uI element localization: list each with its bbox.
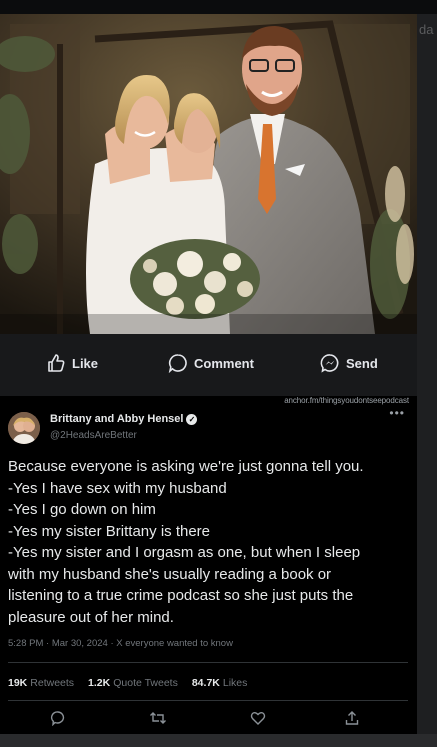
more-options-icon[interactable]: ••• [389, 406, 405, 420]
likes-stat[interactable]: 84.7K Likes [192, 677, 248, 689]
like-label: Like [72, 355, 99, 371]
likes-label: Likes [222, 677, 248, 689]
reply-button[interactable] [48, 710, 68, 730]
like-button[interactable]: Like [46, 353, 98, 373]
verified-icon: ✓ [186, 413, 198, 425]
avatar[interactable] [8, 412, 40, 444]
tweet-line: pleasure out of her mind. [8, 608, 174, 626]
author-name[interactable]: Brittany and Abby Hensel ✓ [50, 413, 198, 425]
background-text: da [419, 22, 434, 37]
thumbs-up-icon [46, 353, 66, 373]
tweet-line: with my husband she's usually reading a … [8, 565, 332, 583]
share-button[interactable] [342, 710, 362, 730]
post-actions-bar: Like Comment Send [0, 334, 417, 396]
wedding-photo [0, 14, 417, 334]
top-bar [0, 0, 437, 14]
podcast-watermark: anchor.fm/thingsyoudontseepodcast [284, 396, 409, 405]
send-label: Send [346, 355, 378, 371]
like-tweet-button[interactable] [248, 710, 268, 730]
tweet-text: Because everyone is asking we're just go… [8, 456, 408, 628]
retweets-count: 19K [8, 677, 28, 689]
divider [8, 700, 408, 701]
send-button[interactable]: Send [320, 353, 378, 373]
messenger-icon [320, 353, 340, 373]
comment-label: Comment [194, 355, 254, 371]
tweet-line: -Yes my sister Brittany is there [8, 522, 211, 540]
divider [8, 662, 408, 663]
heart-icon [250, 710, 266, 731]
tweet-line: listening to a true crime podcast so she… [8, 587, 354, 604]
quotes-count: 1.2K [88, 677, 111, 689]
share-icon [344, 710, 360, 731]
reply-icon [50, 710, 66, 731]
post-card: Like Comment Send anchor.fm/thingsyoudon… [0, 14, 417, 734]
tweet-line: -Yes my sister and I orgasm as one, but … [8, 544, 361, 561]
tweet-line: -Yes I go down on him [8, 501, 156, 518]
retweet-icon [149, 710, 167, 731]
bottom-bar [0, 734, 437, 747]
comment-button[interactable]: Comment [168, 353, 254, 373]
tweet-stats: 19K Retweets 1.2K Quote Tweets 84.7K Likes [8, 677, 247, 689]
tweet-line: Because everyone is asking we're just go… [8, 458, 364, 475]
quotes-stat[interactable]: 1.2K Quote Tweets [88, 677, 178, 689]
embedded-tweet: anchor.fm/thingsyoudontseepodcast ••• Br… [0, 396, 417, 734]
tweet-line: -Yes I have sex with my husband [8, 479, 227, 497]
tweet-timestamp: 5:28 PM · Mar 30, 2024 · X everyone want… [8, 638, 233, 649]
author-handle[interactable]: @2HeadsAreBetter [50, 430, 137, 441]
comment-icon [168, 353, 188, 373]
retweets-label: Retweets [30, 677, 75, 689]
likes-count: 84.7K [191, 677, 220, 689]
quotes-label: Quote Tweets [113, 677, 178, 689]
retweet-button[interactable] [148, 710, 168, 730]
retweets-stat[interactable]: 19K Retweets [8, 677, 74, 689]
author-name-label: Brittany and Abby Hensel [50, 413, 184, 425]
